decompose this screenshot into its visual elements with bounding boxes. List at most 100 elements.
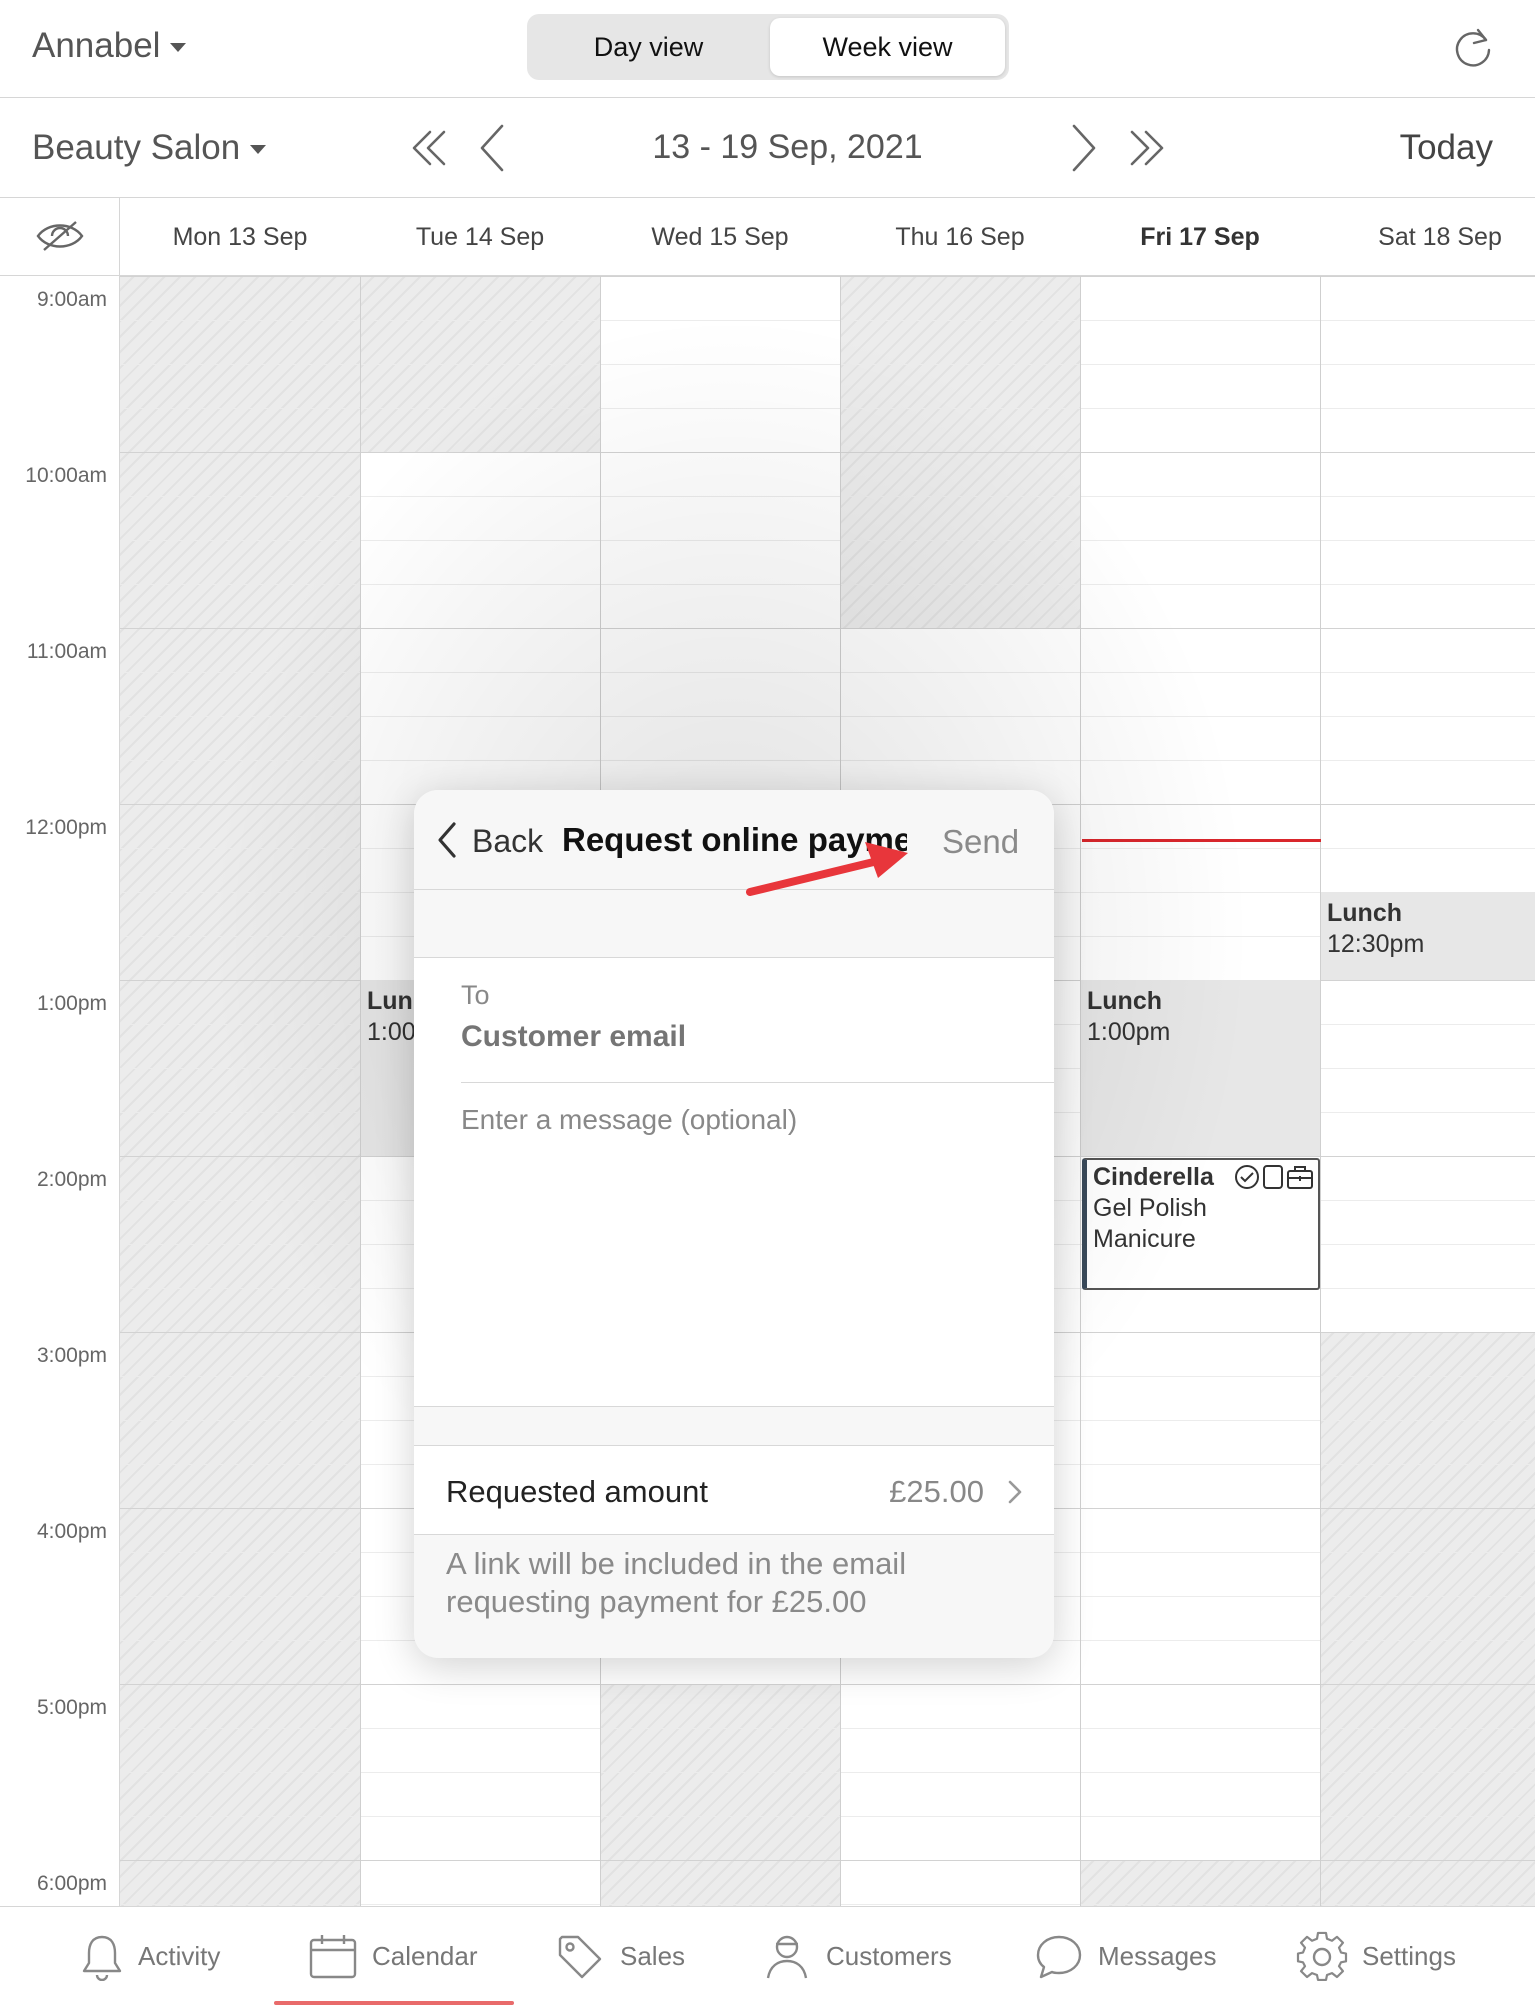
hour-line bbox=[0, 452, 1535, 453]
chevron-right-icon[interactable] bbox=[1054, 120, 1110, 176]
week-view-button[interactable]: Week view bbox=[770, 18, 1005, 76]
bell-icon bbox=[82, 1935, 122, 1981]
check-circle-icon bbox=[1235, 1165, 1259, 1189]
time-label: 12:00pm bbox=[25, 816, 107, 839]
day-header-row: Mon 13 Sep Tue 14 Sep Wed 15 Sep Thu 16 … bbox=[0, 198, 1535, 276]
quarter-line bbox=[0, 1728, 1535, 1729]
current-time-line bbox=[1082, 839, 1321, 842]
day-header-mon: Mon 13 Sep bbox=[172, 223, 308, 251]
appointment-service: Manicure bbox=[1093, 1225, 1196, 1253]
date-nav-bar: Beauty Salon 13 - 19 Sep, 2021 Today bbox=[0, 98, 1535, 198]
tab-label: Messages bbox=[1098, 1941, 1217, 1971]
chat-icon bbox=[1036, 1935, 1082, 1978]
caret-down-icon bbox=[170, 43, 187, 53]
hide-toggle[interactable] bbox=[0, 198, 120, 276]
requested-amount-value: £25.00 bbox=[889, 1474, 984, 1509]
selected-tab-indicator bbox=[274, 2001, 514, 2005]
quarter-line bbox=[0, 584, 1535, 585]
quarter-line bbox=[0, 672, 1535, 673]
time-label: 1:00pm bbox=[36, 992, 107, 1015]
double-chevron-left-icon[interactable] bbox=[402, 120, 458, 176]
tab-label: Calendar bbox=[372, 1941, 478, 1971]
quarter-line bbox=[0, 364, 1535, 365]
message-input[interactable]: Enter a message (optional) bbox=[461, 1104, 1021, 1136]
tab-label: Activity bbox=[138, 1941, 221, 1971]
event-title: Lun bbox=[367, 987, 413, 1015]
quarter-line bbox=[0, 496, 1535, 497]
payment-link-note: A link will be included in the email req… bbox=[446, 1546, 907, 1619]
day-view-button[interactable]: Day view bbox=[531, 18, 766, 76]
unavailable-block bbox=[600, 1684, 840, 1906]
unavailable-block bbox=[1320, 1332, 1535, 1906]
tab-label: Settings bbox=[1362, 1941, 1456, 1971]
to-label: To bbox=[461, 980, 490, 1010]
bottom-tab-bar: Activity Calendar Sales Customers Messag… bbox=[0, 1906, 1535, 2005]
popover-title: Request online payment bbox=[562, 821, 907, 858]
time-label: 4:00pm bbox=[36, 1520, 107, 1543]
quarter-line bbox=[0, 320, 1535, 321]
time-label: 11:00am bbox=[26, 640, 107, 663]
quarter-line bbox=[0, 540, 1535, 541]
tab-label: Customers bbox=[826, 1941, 952, 1971]
event-title: Lunch bbox=[1087, 987, 1162, 1015]
chevron-right-icon bbox=[1008, 1480, 1022, 1504]
time-label: 10:00am bbox=[25, 464, 107, 487]
chevron-left-icon[interactable] bbox=[466, 120, 522, 176]
tag-icon bbox=[558, 1935, 602, 1978]
day-header-sat: Sat 18 Sep bbox=[1378, 223, 1502, 251]
request-payment-popover: Back Request online payment Send To Ente… bbox=[414, 790, 1054, 1658]
gear-icon bbox=[1296, 1931, 1348, 1981]
divider bbox=[461, 1082, 1054, 1083]
quarter-line bbox=[0, 1904, 1535, 1905]
eye-slash-icon bbox=[36, 221, 84, 251]
today-button[interactable]: Today bbox=[1400, 128, 1493, 168]
appointment-card[interactable]: Cinderella Gel Polish Manicure bbox=[1082, 1158, 1320, 1290]
time-label: 3:00pm bbox=[36, 1344, 107, 1367]
send-button[interactable]: Send bbox=[942, 823, 1019, 861]
note-icon bbox=[1263, 1165, 1283, 1189]
calendar-icon bbox=[309, 1934, 357, 1978]
date-range: 13 - 19 Sep, 2021 bbox=[652, 128, 923, 166]
day-header-tue: Tue 14 Sep bbox=[415, 223, 545, 251]
double-chevron-right-icon[interactable] bbox=[1118, 120, 1174, 176]
hour-line bbox=[0, 1684, 1535, 1685]
event-time: 1:00pm bbox=[1087, 1018, 1171, 1046]
quarter-line bbox=[0, 1772, 1535, 1773]
time-column: 9:00am 10:00am 11:00am 12:00pm 1:00pm 2:… bbox=[0, 276, 120, 1906]
tab-settings[interactable]: Settings bbox=[1296, 1907, 1456, 2006]
event-time: 12:30pm bbox=[1327, 930, 1425, 958]
tab-messages[interactable]: Messages bbox=[1034, 1907, 1217, 2006]
lunch-block-sat[interactable]: Lunch 12:30pm bbox=[1321, 892, 1535, 980]
quarter-line bbox=[0, 716, 1535, 717]
event-time: 1:00 bbox=[367, 1018, 416, 1046]
popover-header: Back Request online payment Send bbox=[414, 790, 1054, 890]
requested-amount-row[interactable]: Requested amount £25.00 bbox=[414, 1445, 1054, 1535]
hour-line bbox=[0, 276, 1535, 277]
tab-calendar[interactable]: Calendar bbox=[308, 1907, 478, 2006]
quarter-line bbox=[0, 408, 1535, 409]
time-label: 2:00pm bbox=[36, 1168, 107, 1191]
lunch-block-fri[interactable]: Lunch 1:00pm bbox=[1081, 980, 1320, 1156]
event-title: Lunch bbox=[1327, 899, 1402, 927]
customer-email-input[interactable] bbox=[461, 1020, 1001, 1054]
time-label: 6:00pm bbox=[36, 1872, 107, 1895]
time-label: 9:00am bbox=[36, 288, 107, 311]
tab-customers[interactable]: Customers bbox=[762, 1907, 952, 2006]
location-selector[interactable]: Beauty Salon bbox=[32, 128, 267, 168]
day-header-fri: Fri 17 Sep bbox=[1140, 223, 1260, 251]
quarter-line bbox=[0, 760, 1535, 761]
tab-sales[interactable]: Sales bbox=[556, 1907, 685, 2006]
day-header-wed: Wed 15 Sep bbox=[651, 223, 789, 251]
email-form: To Enter a message (optional) bbox=[414, 957, 1054, 1407]
tab-label: Sales bbox=[620, 1941, 686, 1971]
chevron-left-icon[interactable] bbox=[432, 820, 462, 860]
back-button[interactable]: Back bbox=[472, 823, 543, 860]
tab-activity[interactable]: Activity bbox=[80, 1907, 220, 2006]
appointment-service: Gel Polish bbox=[1093, 1194, 1207, 1222]
staff-name: Annabel bbox=[32, 26, 161, 65]
requested-amount-label: Requested amount bbox=[446, 1474, 708, 1509]
top-bar: Annabel Day view Week view bbox=[0, 0, 1535, 98]
staff-selector[interactable]: Annabel bbox=[32, 26, 187, 66]
hour-line bbox=[0, 1860, 1535, 1861]
refresh-icon[interactable] bbox=[1450, 24, 1496, 70]
